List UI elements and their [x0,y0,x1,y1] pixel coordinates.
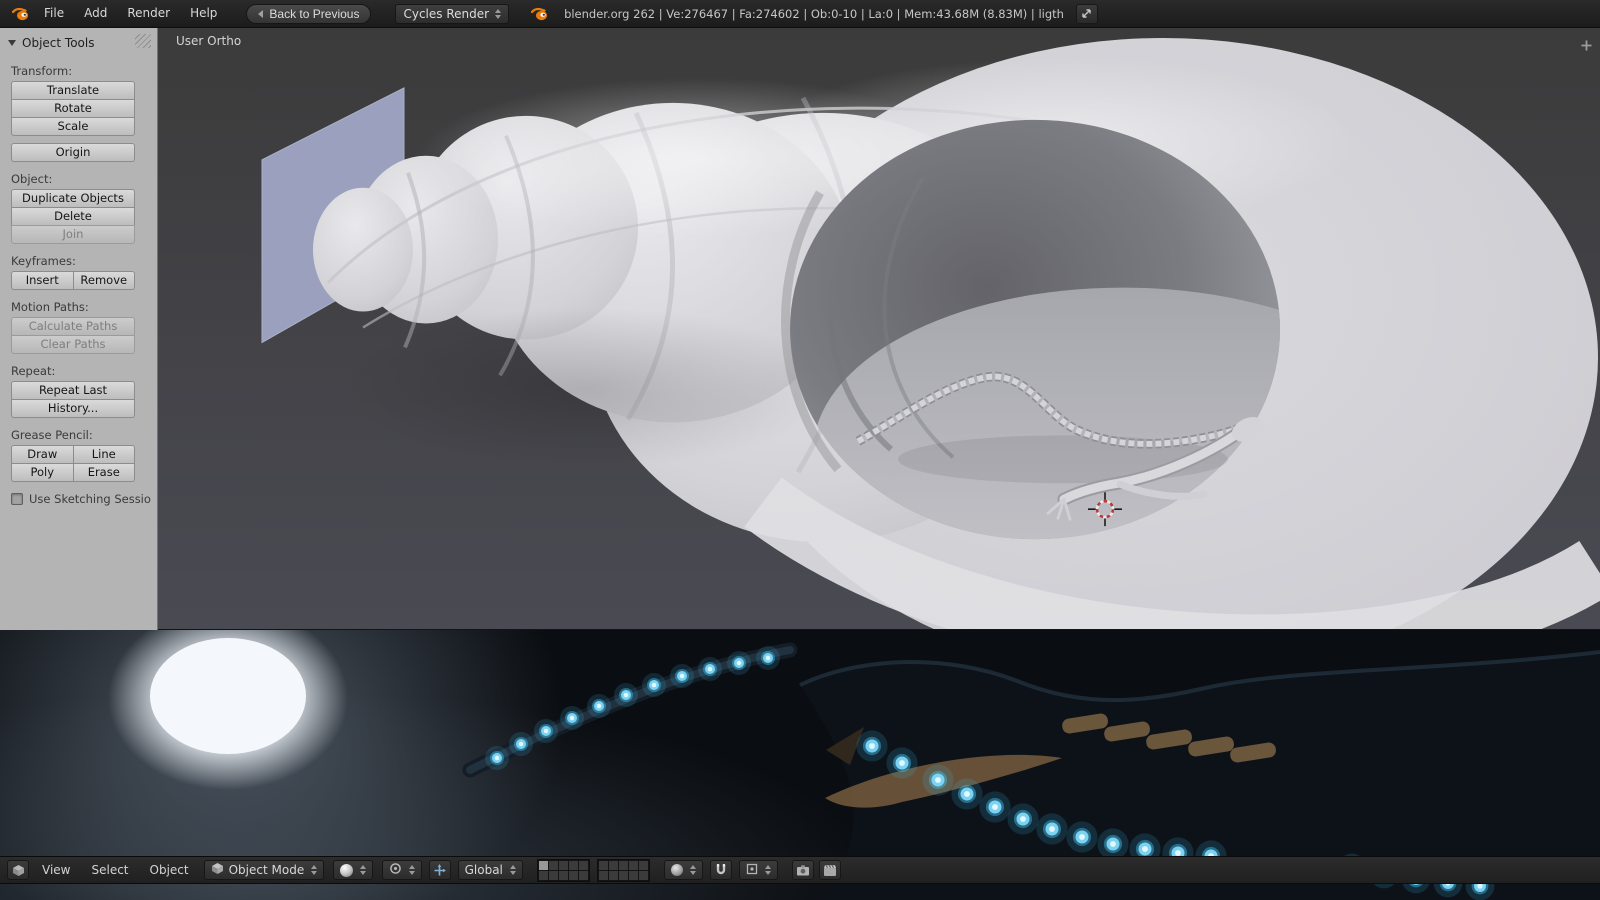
blender-app-icon [8,7,33,21]
transform-orientation-select[interactable]: Global [457,860,523,880]
delete-button[interactable]: Delete [11,207,135,226]
pivot-point-select[interactable] [381,860,422,880]
menu-add[interactable]: Add [75,0,116,27]
grease-poly-button[interactable]: Poly [11,463,74,482]
fullscreen-icon[interactable] [1075,3,1098,24]
layers-widget[interactable] [536,858,650,882]
view-orientation-label: User Ortho [176,34,242,48]
opengl-render-image-button[interactable] [791,860,814,880]
join-button[interactable]: Join [11,225,135,244]
status-info: blender.org 262 | Ve:276467 | Fa:274602 … [564,6,1064,21]
viewport-3d: User Ortho [158,28,1600,630]
object-label: Object: [11,172,53,186]
repeat-last-button[interactable]: Repeat Last [11,381,135,400]
grease-erase-button[interactable]: Erase [72,463,135,482]
menu-view[interactable]: View [33,857,79,883]
properties-region-toggle-icon[interactable] [1579,38,1594,53]
menu-file[interactable]: File [35,0,73,27]
dropdown-arrows-icon [764,865,771,875]
dropdown-arrows-icon [509,865,516,875]
object-tools-panel-header[interactable]: Object Tools [0,28,157,54]
viewport-header-bar: View Select Object Object Mode Global [0,856,1600,884]
dropdown-arrows-icon [408,865,415,875]
grease-line-button[interactable]: Line [72,445,135,464]
panel-grip-icon [135,34,151,48]
proportional-edit-select[interactable] [663,860,703,880]
duplicate-objects-button[interactable]: Duplicate Objects [11,189,135,208]
translate-button[interactable]: Translate [11,81,135,100]
snap-toggle[interactable] [709,860,732,880]
editor-type-button[interactable] [7,860,29,880]
scale-button[interactable]: Scale [11,117,135,136]
viewport-shading-select[interactable] [332,860,373,880]
menu-help[interactable]: Help [181,0,226,27]
opengl-render-animation-button[interactable] [818,860,841,880]
manipulator-toggle[interactable] [428,860,451,880]
dropdown-arrows-icon [359,865,366,875]
proportional-edit-icon [670,864,683,876]
snap-target-select[interactable] [738,860,778,880]
layers-group-1[interactable] [536,858,590,882]
snap-target-icon [746,863,758,878]
menu-object[interactable]: Object [141,857,198,883]
blender-logo-icon [527,7,552,21]
blender-window: File Add Render Help Back to Previous Cy… [0,0,1600,900]
insert-keyframe-button[interactable]: Insert [11,271,74,290]
top-menu-bar: File Add Render Help Back to Previous Cy… [0,0,1600,28]
render-engine-select[interactable]: Cycles Render [395,3,510,24]
calculate-paths-button[interactable]: Calculate Paths [11,317,135,336]
viewport-canvas[interactable] [158,28,1600,629]
back-to-previous-button[interactable]: Back to Previous [246,3,372,24]
panel-expand-icon [8,40,16,46]
dropdown-arrows-icon [689,865,696,875]
dropdown-arrows-icon [495,8,502,19]
layers-group-2[interactable] [596,858,650,882]
repeat-label: Repeat: [11,364,56,378]
mode-icon [211,862,224,878]
use-sketching-checkbox[interactable] [11,493,23,505]
history-button[interactable]: History... [11,399,135,418]
origin-button[interactable]: Origin [11,143,135,162]
back-icon [258,9,264,18]
pivot-icon [389,862,402,878]
motion-paths-label: Motion Paths: [11,300,89,314]
dropdown-arrows-icon [310,865,317,875]
transform-label: Transform: [11,64,73,78]
clear-paths-button[interactable]: Clear Paths [11,335,135,354]
grease-draw-button[interactable]: Draw [11,445,74,464]
grease-pencil-label: Grease Pencil: [11,428,93,442]
use-sketching-label: Use Sketching Sessio [29,492,151,506]
shading-sphere-icon [339,863,353,877]
rotate-button[interactable]: Rotate [11,99,135,118]
remove-keyframe-button[interactable]: Remove [72,271,135,290]
menu-render[interactable]: Render [118,0,179,27]
mode-select[interactable]: Object Mode [203,860,324,880]
tool-shelf: Object Tools Transform: Translate Rotate… [0,28,158,630]
menu-select[interactable]: Select [82,857,137,883]
keyframes-label: Keyframes: [11,254,76,268]
